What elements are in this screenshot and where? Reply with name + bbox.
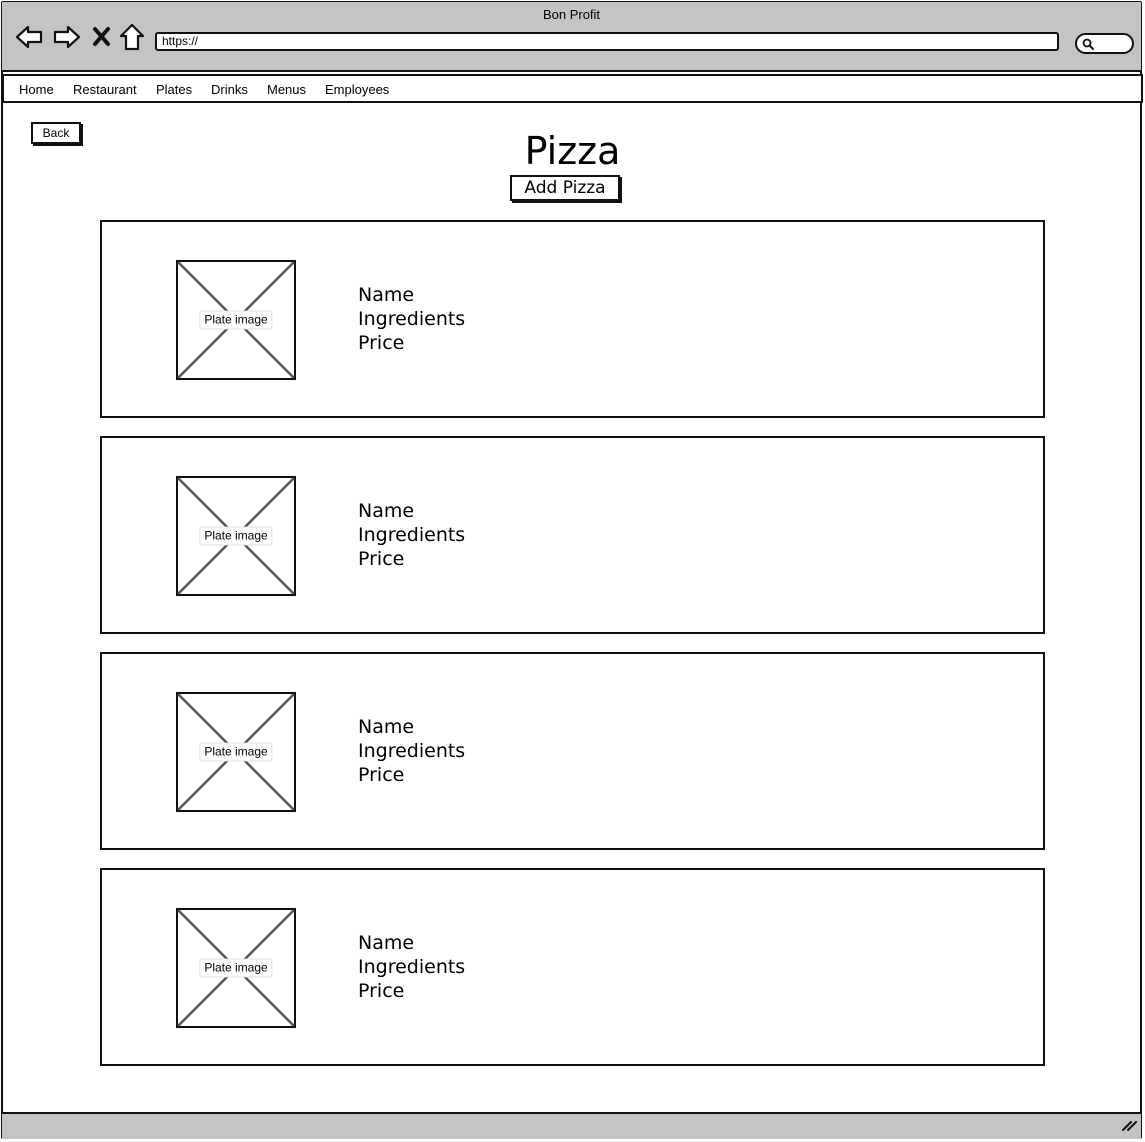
- search-box[interactable]: [1075, 33, 1134, 54]
- plate-image: Plate image: [176, 260, 296, 380]
- plate-name: Name: [358, 716, 415, 738]
- plate-info: Name Ingredients Price: [358, 931, 465, 1003]
- menu-item-employees[interactable]: Employees: [325, 82, 389, 97]
- plate-image-label: Plate image: [199, 958, 273, 978]
- menu-item-restaurant[interactable]: Restaurant: [73, 82, 137, 97]
- plate-price: Price: [358, 548, 405, 570]
- plate-price: Price: [358, 332, 405, 354]
- plate-card[interactable]: Plate image Name Ingredients Price: [100, 220, 1045, 418]
- plate-name: Name: [358, 932, 415, 954]
- home-icon[interactable]: [117, 22, 147, 52]
- plate-info: Name Ingredients Price: [358, 499, 465, 571]
- plate-name: Name: [358, 500, 415, 522]
- add-pizza-button[interactable]: Add Pizza: [510, 175, 620, 201]
- plate-image: Plate image: [176, 908, 296, 1028]
- main-menu-bar: Home Restaurant Plates Drinks Menus Empl…: [2, 74, 1143, 103]
- arrow-left-icon[interactable]: [14, 22, 44, 52]
- plate-name: Name: [358, 284, 415, 306]
- menu-item-menus[interactable]: Menus: [267, 82, 306, 97]
- plate-ingredients: Ingredients: [358, 524, 466, 546]
- menu-item-plates[interactable]: Plates: [156, 82, 192, 97]
- window-title: Bon Profit: [542, 7, 601, 22]
- arrow-right-icon[interactable]: [52, 22, 82, 52]
- plate-image-label: Plate image: [199, 310, 273, 330]
- plate-info: Name Ingredients Price: [358, 715, 465, 787]
- plate-image: Plate image: [176, 692, 296, 812]
- status-bar: [2, 1112, 1141, 1139]
- plate-ingredients: Ingredients: [358, 956, 466, 978]
- address-bar[interactable]: https://: [155, 32, 1059, 51]
- plate-price: Price: [358, 764, 405, 786]
- plate-card[interactable]: Plate image Name Ingredients Price: [100, 868, 1045, 1066]
- plate-info: Name Ingredients Price: [358, 283, 465, 355]
- plate-ingredients: Ingredients: [358, 740, 466, 762]
- plate-image-label: Plate image: [199, 526, 273, 546]
- plate-image: Plate image: [176, 476, 296, 596]
- close-icon[interactable]: [90, 22, 120, 52]
- plate-ingredients: Ingredients: [358, 308, 466, 330]
- search-icon: [1082, 38, 1094, 50]
- browser-chrome: Bon Profit https://: [2, 2, 1141, 72]
- plate-card[interactable]: Plate image Name Ingredients Price: [100, 652, 1045, 850]
- menu-item-home[interactable]: Home: [19, 82, 54, 97]
- menu-item-drinks[interactable]: Drinks: [211, 82, 248, 97]
- plate-card[interactable]: Plate image Name Ingredients Price: [100, 436, 1045, 634]
- resize-grip-icon[interactable]: [1121, 1116, 1137, 1135]
- plate-price: Price: [358, 980, 405, 1002]
- page-title: Pizza: [524, 129, 621, 173]
- plate-image-label: Plate image: [199, 742, 273, 762]
